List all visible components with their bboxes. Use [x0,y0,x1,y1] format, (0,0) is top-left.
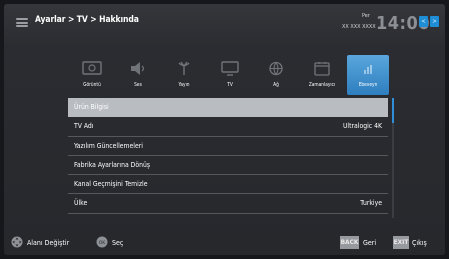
back-key[interactable]: BACK [340,236,359,249]
category-tv[interactable]: TV [209,55,251,95]
antenna-icon [178,61,190,75]
category-label: Yayın [178,83,190,88]
category-ebeveyn[interactable]: Ebeveyn [347,55,389,95]
prev-button[interactable]: < [419,16,428,27]
select-hint: Seç [112,239,124,247]
globe-icon [269,61,283,76]
list-item-tv-adi[interactable]: TV Adı Ultralogic 4K [68,117,388,137]
parental-icon [364,65,372,74]
timer-icon [314,62,330,76]
list-item-value: Turkiye [360,199,382,208]
day-label: Per [362,13,370,19]
list-item-urun-bilgisi[interactable]: Ürün Bilgisi [68,98,388,118]
list-item-ulke[interactable]: Ülke Turkiye [68,194,388,214]
list-item-fabrika-ayarlari[interactable]: Fabrika Ayarlarına Dönüş [68,156,388,176]
back-hint: Geri [363,239,377,247]
menu-icon [16,18,28,27]
ok-key-label: OK [99,240,107,246]
list-item-label: Ülke [74,199,88,208]
category-row: Görüntü Ses Yayın TV Ağ Zamanlayıcı Ebev… [71,55,393,95]
category-zamanlayici[interactable]: Zamanlayıcı [301,55,343,95]
category-label: Ses [134,83,142,88]
exit-key[interactable]: EXIT [393,236,409,249]
exit-hint: Çıkış [412,239,427,247]
list-item-label: Fabrika Ayarlarına Dönüş [74,160,151,169]
scrollbar-thumb[interactable] [392,98,394,123]
date-label: XX XXX XXXX [342,24,376,30]
list-item-value: Ultralogic 4K [342,122,382,131]
list-item-label: Ürün Bilgisi [74,103,109,111]
settings-list: Ürün Bilgisi TV Adı Ultralogic 4K Yazılı… [68,98,388,214]
tv-icon [221,61,239,76]
category-label: Görüntü [83,83,101,88]
ok-button-icon: OK [96,236,108,248]
category-label: TV [227,83,233,88]
list-item-label: Yazılım Güncellemeleri [74,141,143,150]
list-item-label: TV Adı [74,122,94,131]
breadcrumb: Ayarlar > TV > Hakkında [35,15,139,25]
list-item-label: Kanal Geçmişini Temizle [74,180,148,189]
category-ag[interactable]: Ağ [255,55,297,95]
category-ses[interactable]: Ses [117,55,159,95]
list-item-yazilim-guncellemeleri[interactable]: Yazılım Güncellemeleri [68,137,388,156]
dpad-icon [11,236,23,248]
list-item-kanal-gecmisi[interactable]: Kanal Geçmişini Temizle [68,175,388,195]
picture-icon [82,61,102,75]
category-label: Zamanlayıcı [308,83,336,88]
category-label: Ağ [273,83,279,88]
change-area-hint: Alanı Değiştir [27,239,70,247]
next-button[interactable]: > [430,16,439,27]
speaker-icon [131,62,145,75]
category-goruntu[interactable]: Görüntü [71,55,113,95]
category-yayin[interactable]: Yayın [163,55,205,95]
category-label: Ebeveyn [358,83,378,88]
